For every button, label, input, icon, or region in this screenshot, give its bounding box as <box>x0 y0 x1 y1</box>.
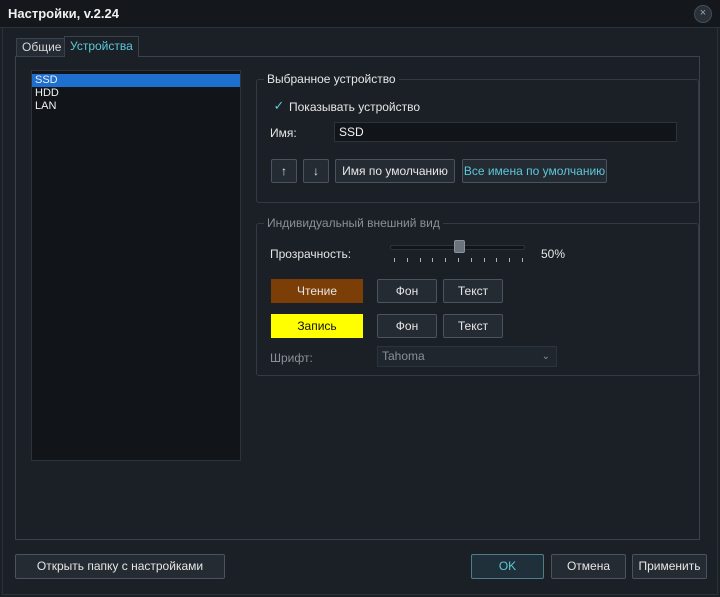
slider-tick <box>496 258 498 262</box>
write-text-button[interactable]: Текст <box>443 314 503 338</box>
font-select[interactable]: Tahoma ⌄ <box>377 346 557 367</box>
selected-device-legend: Выбранное устройство <box>264 72 399 86</box>
open-settings-folder-button[interactable]: Открыть папку с настройками <box>15 554 225 579</box>
opacity-slider-thumb[interactable] <box>454 240 465 253</box>
slider-tick <box>470 258 472 262</box>
font-label: Шрифт: <box>270 351 313 365</box>
slider-tick <box>432 258 434 262</box>
slider-tick <box>445 258 447 262</box>
device-list[interactable]: SSD HDD LAN <box>31 70 241 461</box>
read-text-button[interactable]: Текст <box>443 279 503 303</box>
close-icon[interactable]: × <box>694 5 712 23</box>
cancel-button[interactable]: Отмена <box>551 554 626 579</box>
write-background-button[interactable]: Фон <box>377 314 437 338</box>
move-up-button[interactable]: ↑ <box>271 159 297 183</box>
tab-general[interactable]: Общие <box>16 38 68 56</box>
opacity-label: Прозрачность: <box>270 247 352 261</box>
show-device-checkbox[interactable]: ✓ <box>272 99 286 113</box>
move-down-button[interactable]: ↓ <box>303 159 329 183</box>
name-label: Имя: <box>270 126 297 140</box>
window-title: Настройки, v.2.24 <box>8 6 119 21</box>
slider-tick <box>509 258 511 262</box>
slider-tick <box>406 258 408 262</box>
slider-tick <box>419 258 421 262</box>
show-device-label: Показывать устройство <box>289 100 421 114</box>
chevron-down-icon: ⌄ <box>541 351 550 362</box>
opacity-value: 50% <box>541 247 566 261</box>
device-name-input[interactable] <box>334 122 677 142</box>
slider-tick <box>522 258 523 262</box>
appearance-legend: Индивидуальный внешний вид <box>264 216 443 230</box>
device-item-lan[interactable]: LAN <box>32 100 240 113</box>
device-item-hdd[interactable]: HDD <box>32 87 240 100</box>
slider-tick <box>458 258 459 262</box>
apply-button[interactable]: Применить <box>632 554 707 579</box>
all-default-names-button[interactable]: Все имена по умолчанию <box>462 159 607 183</box>
read-color-swatch[interactable]: Чтение <box>271 279 363 303</box>
default-name-button[interactable]: Имя по умолчанию <box>335 159 455 183</box>
write-color-swatch[interactable]: Запись <box>271 314 363 338</box>
device-item-ssd[interactable]: SSD <box>32 74 240 87</box>
slider-tick <box>483 258 485 262</box>
font-select-value: Tahoma <box>382 349 425 363</box>
tab-devices[interactable]: Устройства <box>64 36 139 57</box>
slider-tick <box>394 258 395 262</box>
ok-button[interactable]: OK <box>471 554 544 579</box>
read-background-button[interactable]: Фон <box>377 279 437 303</box>
